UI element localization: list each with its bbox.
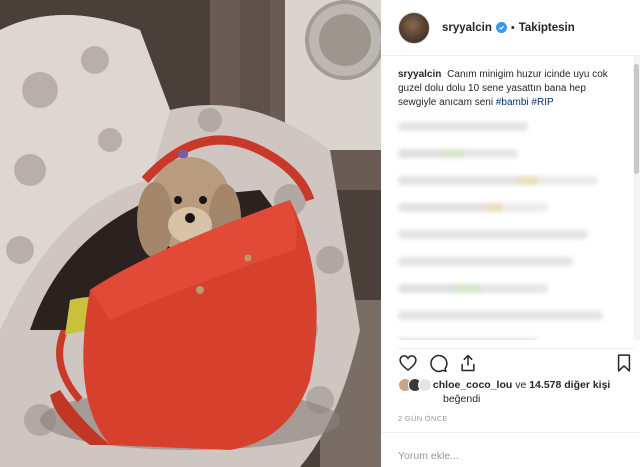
liker-avatars [398, 378, 432, 393]
post-timestamp[interactable]: 2 GÜN ÖNCE [398, 414, 448, 423]
comment-input[interactable] [398, 450, 618, 462]
comments-scrollbar[interactable] [633, 56, 640, 340]
header-separator: • [510, 21, 515, 34]
likes-count[interactable]: 14.578 diğer kişi [529, 379, 610, 391]
heart-icon[interactable] [398, 353, 418, 373]
post-header: sryyalcin • Takiptesin [381, 0, 640, 56]
hashtag-link[interactable]: #RIP [531, 97, 553, 108]
comment-form [381, 432, 640, 467]
blurred-comments [398, 122, 617, 340]
bookmark-icon[interactable] [614, 353, 634, 373]
caption-username[interactable]: sryyalcin [398, 69, 441, 80]
post-caption: sryyalcin Canım minigim huzur icinde uyu… [398, 68, 617, 110]
liker-username[interactable]: chloe_coco_lou [433, 379, 512, 391]
hashtag-link[interactable]: #bambi [496, 97, 529, 108]
likes-suffix: beğendi [443, 393, 481, 406]
author-username[interactable]: sryyalcin [442, 22, 492, 34]
photo-scene [0, 0, 381, 467]
likes-summary: chloe_coco_lou ve 14.578 diğer kişi beğe… [398, 378, 634, 406]
blurred-comment [398, 203, 548, 212]
blurred-comment [398, 257, 573, 266]
blurred-comment [398, 284, 548, 293]
comment-bubble-icon[interactable] [428, 353, 448, 373]
blurred-comment [398, 338, 538, 340]
scrollbar-thumb[interactable] [634, 64, 639, 174]
blurred-comment [398, 122, 528, 131]
verified-badge-icon [495, 22, 507, 33]
author-avatar[interactable] [398, 11, 430, 44]
blurred-comment [398, 230, 588, 239]
post-photo[interactable] [0, 0, 381, 467]
share-icon[interactable] [458, 353, 478, 373]
blurred-comment [398, 311, 603, 320]
comments-panel: sryyalcin Canım minigim huzur icinde uyu… [381, 56, 633, 340]
liker-avatar[interactable] [418, 378, 432, 393]
blurred-comment [398, 149, 518, 158]
following-button[interactable]: Takiptesin [519, 22, 575, 34]
post-sidebar: sryyalcin • Takiptesin sryyalcin Canım m… [381, 0, 640, 467]
likes-connector: ve [515, 379, 527, 391]
action-bar [398, 348, 634, 374]
blurred-comment [398, 176, 598, 185]
